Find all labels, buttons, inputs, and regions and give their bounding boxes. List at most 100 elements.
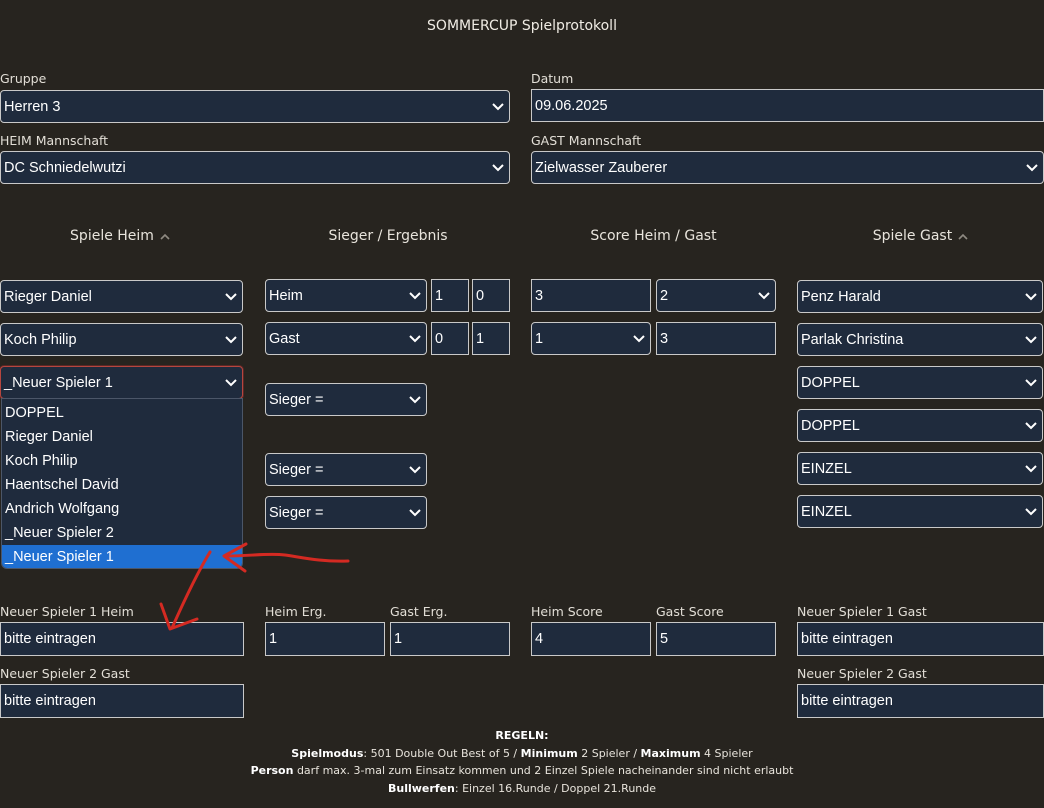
gast-player-select-3[interactable]: DOPPEL — [797, 366, 1043, 399]
gast-player-value: EINZEL — [801, 460, 852, 477]
score-gast-input-2[interactable]: 3 — [656, 322, 776, 355]
score-gast-select-1[interactable]: 2 — [656, 279, 776, 312]
score-heim-value: 1 — [535, 330, 544, 347]
spiele-heim-header[interactable]: Spiele Heim — [0, 228, 240, 244]
chevron-down-icon — [409, 334, 421, 342]
heim-mannschaft-label: HEIM Mannschaft — [0, 133, 109, 148]
gast-player-value: DOPPEL — [801, 417, 860, 434]
score-gast-value: 3 — [660, 330, 669, 347]
heim-score-value: 4 — [535, 631, 544, 647]
gast-player-select-6[interactable]: EINZEL — [797, 495, 1043, 528]
neuer-spieler-2-gast-value: bitte eintragen — [801, 693, 893, 709]
sieger-value: Sieger = — [269, 461, 324, 478]
chevron-down-icon — [1025, 507, 1037, 515]
heim-score-input[interactable]: 4 — [531, 622, 651, 656]
spiele-gast-header[interactable]: Spiele Gast — [797, 228, 1044, 244]
neuer-spieler-1-gast-value: bitte eintragen — [801, 631, 893, 647]
heim-player-select-3[interactable]: _Neuer Spieler 1 — [0, 366, 243, 399]
sieger-select-6[interactable]: Sieger = — [265, 496, 427, 529]
rules-bold: Person — [250, 764, 294, 777]
gast-score-label: Gast Score — [656, 604, 724, 619]
heim-erg-label: Heim Erg. — [265, 604, 327, 619]
datum-input[interactable]: 09.06.2025 — [531, 89, 1044, 122]
rules-bold: Spielmodus — [291, 746, 364, 760]
chevron-down-icon — [1025, 421, 1037, 429]
neuer-spieler-1-heim-label: Neuer Spieler 1 Heim — [0, 604, 134, 619]
dropdown-option[interactable]: Haentschel David — [2, 473, 242, 497]
sieger-value: Gast — [269, 330, 300, 347]
sieger-select-1[interactable]: Heim — [265, 279, 427, 312]
sieger-select-5[interactable]: Sieger = — [265, 453, 427, 486]
gast-mannschaft-value: Zielwasser Zauberer — [535, 159, 668, 176]
erg-gast-input-1[interactable]: 0 — [472, 279, 510, 312]
chevron-down-icon — [633, 334, 645, 342]
chevron-down-icon — [1025, 335, 1037, 343]
datum-value: 09.06.2025 — [535, 97, 608, 114]
rules-line-1: Spielmodus: 501 Double Out Best of 5 / M… — [0, 745, 1044, 763]
heim-player-value: _Neuer Spieler 1 — [4, 374, 113, 391]
dropdown-option[interactable]: Andrich Wolfgang — [2, 497, 242, 521]
chevron-down-icon — [225, 335, 237, 343]
heim-score-label: Heim Score — [531, 604, 603, 619]
sieger-ergebnis-header: Sieger / Ergebnis — [328, 228, 448, 244]
erg-heim-value: 1 — [435, 287, 444, 304]
spiele-heim-title: Spiele Heim — [70, 228, 154, 244]
neuer-spieler-2-gast-input-right[interactable]: bitte eintragen — [797, 684, 1044, 718]
gast-score-value: 5 — [660, 631, 669, 647]
gast-player-select-4[interactable]: DOPPEL — [797, 409, 1043, 442]
rules-text: 4 Spieler — [700, 746, 753, 760]
dropdown-option[interactable]: _Neuer Spieler 2 — [2, 521, 242, 545]
score-heim-input-1[interactable]: 3 — [531, 279, 651, 312]
neuer-spieler-1-heim-input[interactable]: bitte eintragen — [0, 622, 244, 656]
page-title: SOMMERCUP Spielprotokoll — [427, 18, 617, 34]
rules-heading: REGELN: — [495, 729, 549, 742]
heim-mannschaft-value: DC Schniedelwutzi — [4, 159, 126, 176]
gruppe-value: Herren 3 — [4, 98, 61, 115]
dropdown-option[interactable]: Rieger Daniel — [2, 425, 242, 449]
score-heim-select-2[interactable]: 1 — [531, 322, 651, 355]
dropdown-option[interactable]: Koch Philip — [2, 449, 242, 473]
sieger-select-2[interactable]: Gast — [265, 322, 427, 355]
heim-mannschaft-select[interactable]: DC Schniedelwutzi — [0, 151, 510, 184]
score-gast-value: 2 — [660, 287, 669, 304]
gast-mannschaft-select[interactable]: Zielwasser Zauberer — [531, 151, 1044, 184]
rules-bold: Bullwerfen — [387, 781, 455, 795]
gast-erg-value: 1 — [394, 631, 403, 647]
chevron-up-icon — [160, 233, 170, 240]
erg-gast-value: 1 — [476, 330, 485, 347]
gruppe-select[interactable]: Herren 3 — [0, 90, 510, 123]
gast-player-value: Parlak Christina — [801, 331, 904, 348]
heim-player-dropdown: DOPPEL Rieger Daniel Koch Philip Haentsc… — [1, 398, 243, 569]
neuer-spieler-1-gast-label: Neuer Spieler 1 Gast — [797, 604, 927, 619]
gast-player-select-2[interactable]: Parlak Christina — [797, 323, 1043, 356]
neuer-spieler-1-gast-input[interactable]: bitte eintragen — [797, 622, 1044, 656]
sieger-value: Sieger = — [269, 391, 324, 408]
rules-text: : Einzel 16.Runde / Doppel 21.Runde — [454, 781, 657, 795]
dropdown-option-selected[interactable]: _Neuer Spieler 1 — [2, 545, 242, 568]
neuer-spieler-2-gast-label-left: Neuer Spieler 2 Gast — [0, 666, 130, 681]
neuer-spieler-2-gast-value: bitte eintragen — [4, 693, 96, 709]
gast-player-select-1[interactable]: Penz Harald — [797, 280, 1043, 313]
heim-player-select-1[interactable]: Rieger Daniel — [0, 280, 243, 313]
rules-text: 2 Spieler / — [577, 746, 641, 760]
chevron-down-icon — [1025, 378, 1037, 386]
gast-score-input[interactable]: 5 — [656, 622, 776, 656]
spiele-gast-title: Spiele Gast — [872, 228, 953, 244]
gast-erg-input[interactable]: 1 — [390, 622, 510, 656]
erg-heim-input-2[interactable]: 0 — [431, 322, 469, 355]
heim-erg-input[interactable]: 1 — [265, 622, 385, 656]
chevron-down-icon — [1025, 292, 1037, 300]
rules-bold: Maximum — [640, 746, 701, 760]
dropdown-option[interactable]: DOPPEL — [2, 401, 242, 425]
neuer-spieler-2-gast-input-left[interactable]: bitte eintragen — [0, 684, 244, 718]
gast-player-select-5[interactable]: EINZEL — [797, 452, 1043, 485]
erg-heim-input-1[interactable]: 1 — [431, 279, 469, 312]
chevron-down-icon — [409, 465, 421, 473]
erg-gast-input-2[interactable]: 1 — [472, 322, 510, 355]
chevron-down-icon — [409, 291, 421, 299]
heim-player-select-2[interactable]: Koch Philip — [0, 323, 243, 356]
sieger-select-3[interactable]: Sieger = — [265, 383, 427, 416]
rules-section: REGELN: Spielmodus: 501 Double Out Best … — [0, 727, 1044, 797]
rules-text: darf max. 3-mal zum Einsatz kommen und 2… — [293, 764, 794, 777]
chevron-down-icon — [409, 508, 421, 516]
